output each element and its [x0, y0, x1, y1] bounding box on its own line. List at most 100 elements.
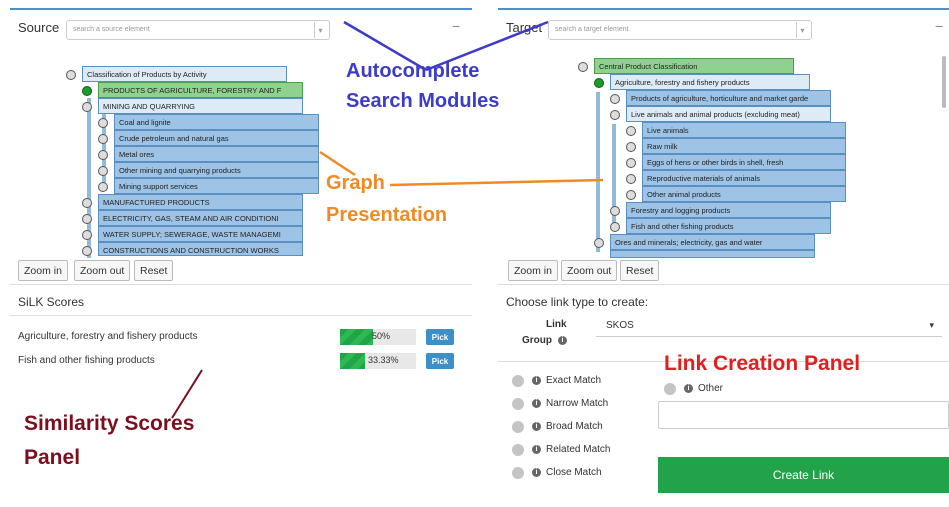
radio-close-match[interactable] — [512, 467, 524, 479]
annotation-autocomplete: Autocomplete — [346, 60, 480, 82]
create-link-button[interactable]: Create Link — [658, 457, 949, 493]
tree-node-selected[interactable]: Agriculture, forestry and fishery produc… — [610, 74, 810, 90]
tree-node-toggle[interactable] — [82, 198, 92, 208]
link-group-select[interactable]: SKOS ▾ — [596, 315, 942, 337]
tree-node-toggle[interactable] — [626, 174, 636, 184]
radio-exact-match[interactable] — [512, 375, 524, 387]
option-label: Close Match — [546, 467, 602, 478]
scores-title: SiLK Scores — [18, 295, 85, 309]
zoom-in-button[interactable]: Zoom in — [18, 260, 68, 281]
pick-button[interactable]: Pick — [426, 353, 454, 369]
tree-node[interactable]: Forestry and logging products — [626, 202, 831, 218]
pick-button[interactable]: Pick — [426, 329, 454, 345]
tree-node-toggle[interactable] — [610, 222, 620, 232]
tree-node-partial[interactable] — [610, 250, 815, 258]
tree-node-selected[interactable]: PRODUCTS OF AGRICULTURE, FORESTRY AND F — [98, 82, 303, 98]
score-bar: 33.33% — [340, 353, 416, 369]
option-label: Exact Match — [546, 375, 602, 386]
tree-node[interactable]: MINING AND QUARRYING — [98, 98, 303, 114]
tree-node-toggle[interactable] — [82, 214, 92, 224]
tree-node[interactable]: WATER SUPPLY; SEWERAGE, WASTE MANAGEMI — [98, 226, 303, 242]
info-icon: i — [558, 336, 567, 345]
tree-node[interactable]: Eggs of hens or other birds in shell, fr… — [642, 154, 846, 170]
tree-node[interactable]: CONSTRUCTIONS AND CONSTRUCTION WORKS — [98, 242, 303, 256]
reset-button[interactable]: Reset — [134, 260, 174, 281]
target-collapse-icon[interactable]: − — [935, 18, 943, 34]
chevron-down-icon: ▾ — [796, 22, 808, 38]
tree-node-toggle[interactable] — [626, 126, 636, 136]
tree-node-toggle[interactable] — [98, 182, 108, 192]
radio-other[interactable] — [664, 383, 676, 395]
source-search-input[interactable]: search a source element ▾ — [66, 20, 330, 40]
tree-node[interactable]: Reproductive materials of animals — [642, 170, 846, 186]
info-icon: i — [532, 422, 541, 431]
tree-node-toggle[interactable] — [594, 78, 604, 88]
link-group-label: Group — [522, 335, 552, 346]
tree-node[interactable]: Live animals and animal products (exclud… — [626, 106, 831, 122]
tree-node-toggle[interactable] — [610, 206, 620, 216]
scrollbar-thumb[interactable] — [942, 56, 946, 108]
tree-node-root[interactable]: Classification of Products by Activity — [82, 66, 287, 82]
tree-node-root[interactable]: Central Product Classification — [594, 58, 794, 74]
tree-node[interactable]: Mining support services — [114, 178, 319, 194]
score-bar: 50% — [340, 329, 416, 345]
score-percent: 33.33% — [368, 355, 399, 365]
tree-node[interactable]: Ores and minerals; electricity, gas and … — [610, 234, 815, 250]
target-panel: Target search a target element ▾ − Centr… — [498, 8, 949, 282]
info-icon: i — [532, 468, 541, 477]
tree-node-toggle[interactable] — [626, 158, 636, 168]
annotation-graph: Presentation — [326, 204, 448, 226]
tree-node-toggle[interactable] — [626, 190, 636, 200]
score-label: Fish and other fishing products — [18, 355, 155, 366]
radio-broad-match[interactable] — [512, 421, 524, 433]
radio-narrow-match[interactable] — [512, 398, 524, 410]
tree-node[interactable]: Raw milk — [642, 138, 846, 154]
annotation-autocomplete: Search Modules — [346, 90, 500, 112]
tree-node-toggle[interactable] — [82, 102, 92, 112]
tree-node[interactable]: Metal ores — [114, 146, 319, 162]
score-bar-fill — [340, 353, 365, 369]
tree-node[interactable]: Crude petroleum and natural gas — [114, 130, 319, 146]
tree-node-toggle[interactable] — [98, 118, 108, 128]
tree-node-toggle[interactable] — [610, 94, 620, 104]
tree-node-toggle[interactable] — [594, 238, 604, 248]
tree-node-toggle[interactable] — [610, 110, 620, 120]
target-search-placeholder: search a target element — [555, 26, 629, 33]
tree-node-toggle[interactable] — [82, 230, 92, 240]
source-title: Source — [18, 20, 60, 35]
annotation-similarity: Panel — [24, 446, 81, 469]
other-input[interactable] — [658, 401, 949, 429]
scores-panel: SiLK Scores Agriculture, forestry and fi… — [10, 284, 472, 507]
annotation-graph: Graph — [326, 172, 385, 194]
target-search-input[interactable]: search a target element ▾ — [548, 20, 812, 40]
tree-node[interactable]: Products of agriculture, horticulture an… — [626, 90, 831, 106]
tree-node[interactable]: ELECTRICITY, GAS, STEAM AND AIR CONDITIO… — [98, 210, 303, 226]
create-link-label: Create Link — [772, 468, 835, 482]
tree-node[interactable]: Other animal products — [642, 186, 846, 202]
reset-button[interactable]: Reset — [620, 260, 660, 281]
link-title: Choose link type to create: — [506, 295, 649, 309]
tree-node-toggle[interactable] — [98, 150, 108, 160]
annotation-similarity: Similarity Scores — [24, 412, 195, 435]
tree-node[interactable]: Fish and other fishing products — [626, 218, 831, 234]
tree-node-toggle[interactable] — [82, 86, 92, 96]
source-collapse-icon[interactable]: − — [452, 18, 460, 34]
zoom-out-button[interactable]: Zoom out — [561, 260, 618, 281]
tree-node-toggle[interactable] — [626, 142, 636, 152]
tree-node[interactable]: Coal and lignite — [114, 114, 319, 130]
zoom-out-button[interactable]: Zoom out — [74, 260, 131, 281]
tree-node-toggle[interactable] — [66, 70, 76, 80]
tree-node[interactable]: Other mining and quarrying products — [114, 162, 319, 178]
info-icon: i — [532, 445, 541, 454]
option-label: Other — [698, 383, 724, 394]
tree-node-toggle[interactable] — [82, 246, 92, 256]
tree-node[interactable]: Live animals — [642, 122, 846, 138]
tree-node-toggle[interactable] — [98, 166, 108, 176]
tree-node[interactable]: MANUFACTURED PRODUCTS — [98, 194, 303, 210]
tree-node-toggle[interactable] — [578, 62, 588, 72]
option-label: Broad Match — [546, 421, 603, 432]
tree-node-toggle[interactable] — [98, 134, 108, 144]
radio-related-match[interactable] — [512, 444, 524, 456]
zoom-in-button[interactable]: Zoom in — [508, 260, 558, 281]
source-search-placeholder: search a source element — [73, 26, 150, 33]
